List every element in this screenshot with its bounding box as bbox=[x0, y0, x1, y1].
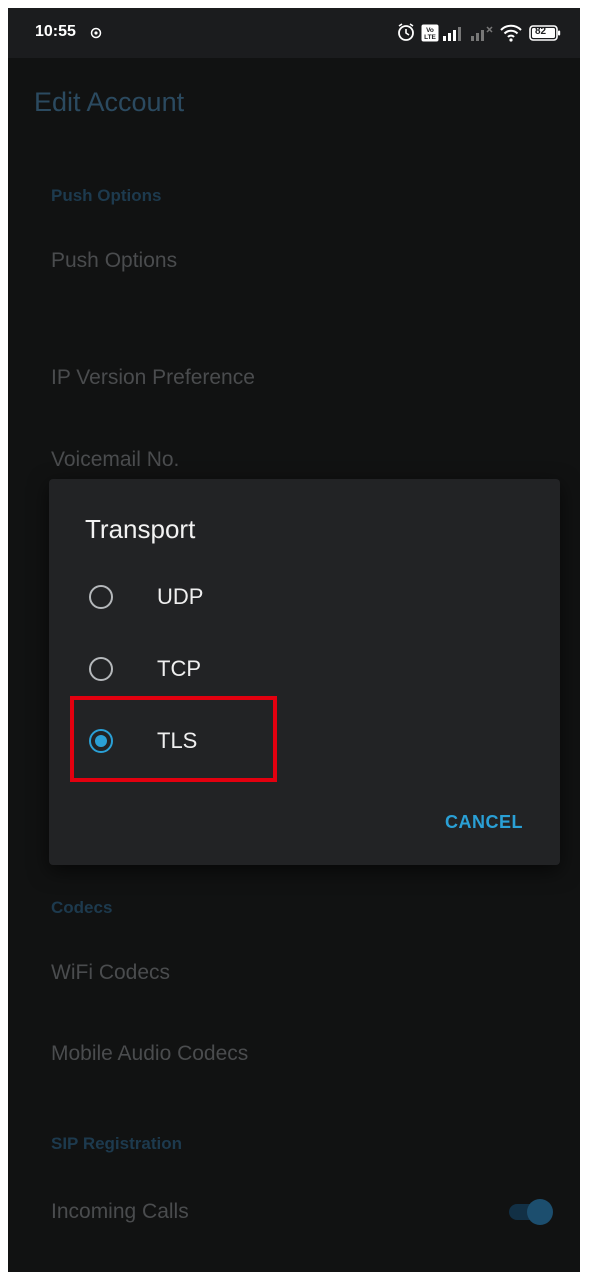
dialog-title: Transport bbox=[85, 514, 196, 544]
cancel-button[interactable]: CANCEL bbox=[445, 812, 523, 833]
section-header-push: Push Options bbox=[51, 186, 162, 205]
pref-mobile-audio-codecs[interactable]: Mobile Audio Codecs bbox=[51, 1042, 248, 1066]
option-tcp[interactable]: TCP bbox=[49, 643, 560, 699]
battery-level: 82 bbox=[535, 26, 547, 37]
option-label-udp: UDP bbox=[157, 584, 204, 609]
pref-push-options[interactable]: Push Options bbox=[51, 249, 177, 273]
phone-screen: 10:55 Vo LTE 82 Edit Account Push Options… bbox=[8, 8, 580, 1272]
status-bar: 10:55 Vo LTE 82 bbox=[8, 8, 580, 58]
radio-button-udp[interactable] bbox=[89, 585, 113, 609]
signal-no-service-icon bbox=[470, 24, 494, 47]
wifi-icon bbox=[499, 23, 523, 48]
radio-button-tcp[interactable] bbox=[89, 657, 113, 681]
pref-voicemail[interactable]: Voicemail No. bbox=[51, 448, 179, 472]
svg-text:Vo: Vo bbox=[426, 27, 434, 34]
option-label-tcp: TCP bbox=[157, 656, 201, 681]
pref-wifi-codecs[interactable]: WiFi Codecs bbox=[51, 961, 170, 985]
option-udp[interactable]: UDP bbox=[49, 571, 560, 627]
alarm-icon bbox=[397, 22, 415, 47]
pref-incoming-calls[interactable]: Incoming Calls bbox=[51, 1200, 189, 1224]
toggle-thumb bbox=[527, 1199, 553, 1225]
pref-ip-version[interactable]: IP Version Preference bbox=[51, 366, 255, 390]
transport-dialog: Transport UDP TCP TLS CANCEL bbox=[49, 479, 560, 865]
highlight-box bbox=[70, 696, 277, 782]
notification-dot-icon bbox=[90, 26, 102, 44]
volte-icon: Vo LTE bbox=[421, 24, 439, 47]
svg-text:LTE: LTE bbox=[424, 34, 436, 41]
signal-icon bbox=[442, 24, 466, 47]
section-header-codecs: Codecs bbox=[51, 898, 113, 917]
page-title: Edit Account bbox=[34, 87, 185, 117]
incoming-calls-toggle[interactable] bbox=[507, 1199, 553, 1225]
status-time: 10:55 bbox=[35, 23, 76, 40]
section-header-sip: SIP Registration bbox=[51, 1134, 182, 1153]
